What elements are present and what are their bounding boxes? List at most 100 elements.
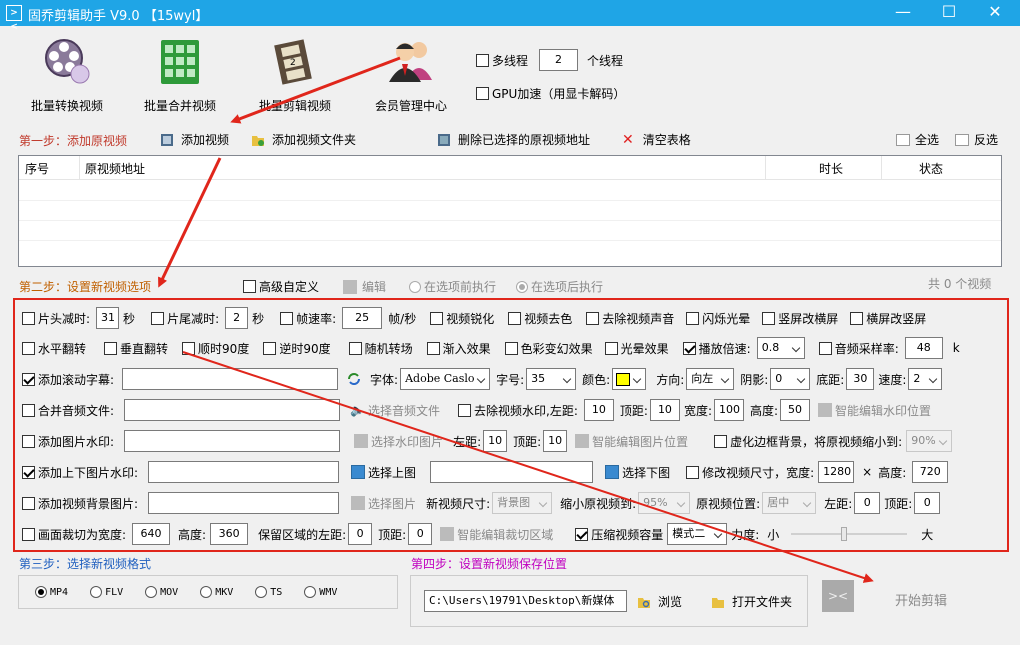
framerate-input[interactable]: 25 — [342, 307, 383, 329]
rot90ccw-checkbox[interactable] — [263, 341, 277, 355]
merge-audio-checkbox[interactable] — [22, 403, 35, 417]
bg-image-input[interactable] — [148, 492, 340, 514]
crop-height-input[interactable]: 360 — [210, 523, 249, 545]
flash-option[interactable]: 闪烁光晕 — [686, 310, 750, 327]
resize-width-input[interactable]: 1280 — [818, 461, 855, 483]
wm-height-input[interactable]: 50 — [780, 399, 811, 421]
batch-convert-button[interactable]: 批量转换视频 — [12, 36, 122, 114]
tail-cut-option[interactable]: 片尾减时: — [151, 310, 219, 327]
wm-top-input[interactable]: 10 — [649, 399, 680, 421]
hflip-checkbox[interactable] — [22, 341, 35, 355]
vflip-option[interactable]: 垂直翻转 — [104, 340, 168, 357]
smart-crop-button[interactable]: 智能编辑裁切区域 — [440, 526, 553, 543]
after-option[interactable]: 在选项后执行 — [516, 278, 603, 295]
head-cut-input[interactable]: 31 — [96, 307, 120, 329]
color-change-option[interactable]: 色彩变幻效果 — [504, 340, 593, 357]
speed-option[interactable]: 播放倍速: — [682, 340, 751, 357]
resize-option[interactable]: 修改视频尺寸，宽度: — [686, 464, 814, 481]
samplerate-checkbox[interactable] — [818, 341, 832, 355]
fade-in-checkbox[interactable] — [426, 341, 440, 355]
pick-bottom-image-button[interactable]: 选择下图 — [605, 464, 670, 481]
minimize-icon[interactable]: — — [880, 0, 926, 26]
image-watermark-input[interactable] — [124, 430, 341, 452]
framerate-checkbox[interactable] — [280, 311, 294, 325]
shrink-select[interactable]: 95% — [638, 492, 691, 514]
clear-table-button[interactable]: ✕ 清空表格 — [622, 131, 691, 148]
sharpen-checkbox[interactable] — [430, 311, 444, 325]
blur-scale-select[interactable]: 90% — [906, 430, 953, 452]
before-option[interactable]: 在选项前执行 — [409, 278, 496, 295]
halo-checkbox[interactable] — [604, 341, 618, 355]
remove-watermark-option[interactable]: 去除视频水印, — [458, 402, 550, 419]
edit-button[interactable]: 编辑 — [343, 278, 386, 295]
wm-left-input[interactable]: 10 — [583, 399, 614, 421]
direction-select[interactable]: 向左 — [686, 368, 735, 390]
invert-select-button[interactable]: 反选 — [955, 131, 998, 148]
scroll-speed-select[interactable]: 2 — [908, 368, 943, 390]
halo-option[interactable]: 光晕效果 — [604, 340, 669, 357]
decolor-option[interactable]: 视频去色 — [508, 310, 572, 327]
smart-watermark-button[interactable]: 智能编辑水印位置 — [818, 402, 931, 419]
color-change-checkbox[interactable] — [504, 341, 518, 355]
head-cut-option[interactable]: 片头减时: — [22, 310, 90, 327]
keep-top-input[interactable]: 0 — [408, 523, 433, 545]
framerate-option[interactable]: 帧速率: — [280, 310, 336, 327]
gpu-checkbox[interactable] — [476, 87, 489, 100]
advanced-checkbox[interactable] — [243, 280, 256, 293]
keep-left-input[interactable]: 0 — [348, 523, 373, 545]
rot90ccw-option[interactable]: 逆时90度 — [263, 340, 331, 357]
decolor-checkbox[interactable] — [508, 311, 522, 325]
color-select[interactable] — [612, 368, 647, 390]
new-size-select[interactable]: 背景图 — [492, 492, 553, 514]
batch-merge-button[interactable]: 批量合并视频 — [125, 36, 235, 114]
member-center-button[interactable]: 会员管理中心 — [356, 36, 466, 114]
add-video-button[interactable]: 添加视频 — [160, 131, 229, 148]
vflip-checkbox[interactable] — [104, 341, 118, 355]
rot90cw-checkbox[interactable] — [182, 341, 196, 355]
save-path-input[interactable]: C:\Users\19791\Desktop\新媒体 — [424, 590, 627, 612]
thread-count-input[interactable]: 2 — [539, 49, 578, 71]
strength-slider[interactable] — [791, 524, 908, 544]
close-icon[interactable]: ✕ — [972, 0, 1018, 26]
random-transition-checkbox[interactable] — [348, 341, 362, 355]
col-duration[interactable]: 时长 — [819, 160, 843, 177]
scroll-text-option[interactable]: 添加滚动字幕: — [22, 371, 114, 388]
format-radio[interactable] — [255, 586, 268, 598]
hflip-option[interactable]: 水平翻转 — [22, 340, 86, 357]
delete-selected-button[interactable]: 删除已选择的原视频地址 — [437, 131, 590, 148]
add-folder-button[interactable]: 添加视频文件夹 — [251, 131, 356, 148]
tb-watermark-option[interactable]: 添加上下图片水印: — [22, 464, 138, 481]
remove-audio-option[interactable]: 去除视频声音 — [586, 310, 674, 327]
maximize-icon[interactable]: ☐ — [926, 0, 972, 26]
pick-bg-image-button[interactable]: 选择图片 — [351, 495, 416, 512]
crop-option[interactable]: 画面裁切为宽度: — [22, 526, 126, 543]
remove-audio-checkbox[interactable] — [586, 311, 600, 325]
compress-option[interactable]: 压缩视频容量 — [575, 526, 663, 543]
format-option-mp4[interactable]: MP4 — [35, 586, 68, 598]
h2v-checkbox[interactable] — [850, 311, 864, 325]
bg-image-option[interactable]: 添加视频背景图片: — [22, 495, 138, 512]
refresh-icon[interactable] — [346, 371, 362, 387]
resize-height-input[interactable]: 720 — [912, 461, 949, 483]
fade-in-option[interactable]: 渐入效果 — [426, 340, 491, 357]
bg-image-checkbox[interactable] — [22, 496, 35, 510]
pick-audio-button[interactable]: 🔈 选择音频文件 — [350, 402, 440, 419]
format-radio[interactable] — [90, 586, 103, 598]
resize-checkbox[interactable] — [686, 465, 700, 479]
multithread-checkbox[interactable] — [476, 54, 489, 67]
crop-width-input[interactable]: 640 — [132, 523, 171, 545]
img-left-input[interactable]: 10 — [483, 430, 508, 452]
flash-checkbox[interactable] — [686, 311, 700, 325]
format-option-ts[interactable]: TS — [255, 586, 282, 598]
format-option-flv[interactable]: FLV — [90, 586, 123, 598]
pick-top-image-button[interactable]: 选择上图 — [351, 464, 416, 481]
samplerate-input[interactable]: 48 — [904, 337, 943, 359]
open-folder-button[interactable]: 打开文件夹 — [711, 593, 792, 610]
batch-edit-button[interactable]: 2 批量剪辑视频 — [240, 36, 350, 114]
compress-checkbox[interactable] — [575, 527, 589, 541]
col-path[interactable]: 原视频地址 — [85, 160, 145, 177]
bottom-image-input[interactable] — [430, 461, 594, 483]
blur-bg-checkbox[interactable] — [714, 434, 728, 448]
bottom-input[interactable]: 30 — [846, 368, 875, 390]
blur-bg-option[interactable]: 虚化边框背景，将原视频缩小到: — [714, 433, 902, 450]
